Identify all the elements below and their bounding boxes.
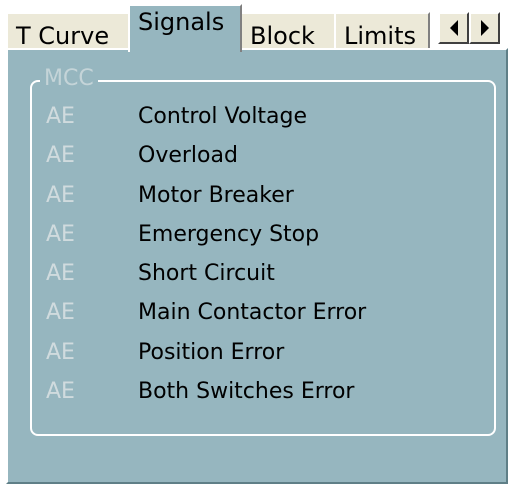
signal-row: AE Control Voltage: [32, 104, 494, 143]
arrow-left-icon: [449, 20, 458, 36]
group-title: MCC: [40, 66, 98, 91]
signal-code: AE: [46, 182, 75, 208]
arrow-right-icon: [480, 20, 489, 36]
tab-limits[interactable]: Limits: [334, 12, 430, 52]
tab-label: T Curve: [16, 22, 110, 50]
signal-code: AE: [46, 221, 75, 247]
tab-strip: T Curve Signals Block Limits: [0, 0, 514, 52]
signal-code: AE: [46, 261, 75, 287]
tab-signals[interactable]: Signals: [128, 4, 242, 52]
tab-scroll-left-button[interactable]: [438, 12, 469, 44]
tab-block[interactable]: Block: [240, 12, 336, 52]
signals-panel: MCC AE Control Voltage AE Overload AE Mo…: [6, 48, 508, 484]
signal-row: AE Emergency Stop: [32, 222, 494, 261]
signal-row: AE Short Circuit: [32, 261, 494, 300]
signal-row: AE Both Switches Error: [32, 379, 494, 418]
signal-row: AE Motor Breaker: [32, 183, 494, 222]
signal-name: Motor Breaker: [138, 182, 294, 208]
signal-name: Emergency Stop: [138, 221, 320, 247]
signal-row: AE Main Contactor Error: [32, 300, 494, 339]
tab-label: Limits: [344, 22, 416, 50]
tab-scroll-right-button[interactable]: [469, 12, 500, 44]
mcc-groupbox: MCC AE Control Voltage AE Overload AE Mo…: [30, 66, 496, 436]
signal-code: AE: [46, 339, 75, 365]
signal-code: AE: [46, 143, 75, 169]
signal-name: Both Switches Error: [138, 379, 355, 405]
signal-row: AE Position Error: [32, 340, 494, 379]
signal-list: AE Control Voltage AE Overload AE Motor …: [32, 104, 494, 418]
tab-label: Block: [250, 22, 315, 50]
signal-name: Control Voltage: [138, 104, 308, 129]
signal-code: AE: [46, 300, 75, 326]
signal-row: AE Overload: [32, 143, 494, 182]
signal-name: Short Circuit: [138, 261, 275, 287]
signal-code: AE: [46, 379, 75, 405]
tab-label: Signals: [138, 8, 225, 36]
tab-t-curve[interactable]: T Curve: [6, 12, 130, 52]
signal-code: AE: [46, 104, 75, 129]
signal-name: Overload: [138, 143, 238, 169]
signal-name: Position Error: [138, 339, 285, 365]
signal-name: Main Contactor Error: [138, 300, 367, 326]
